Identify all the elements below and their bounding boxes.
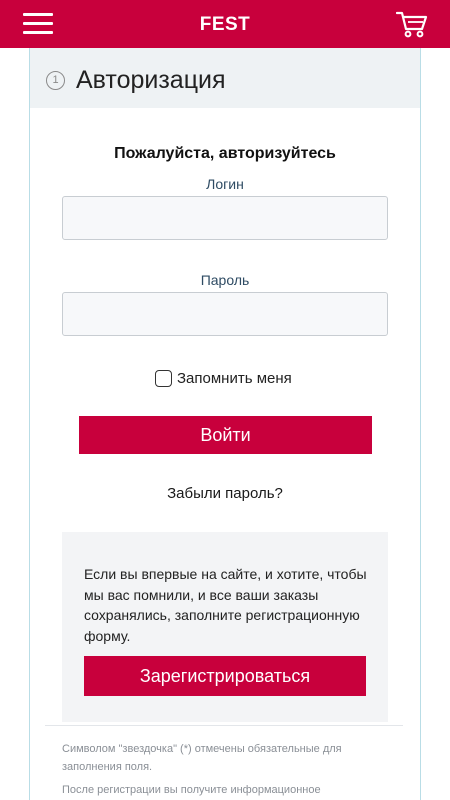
forgot-password-link[interactable]: Забыли пароль? <box>0 485 450 502</box>
login-input[interactable] <box>62 196 388 240</box>
divider <box>45 725 403 726</box>
shopping-cart-icon[interactable] <box>395 11 428 39</box>
password-label: Пароль <box>200 272 250 288</box>
registration-text: Если вы впервые на сайте, и хотите, чтоб… <box>84 566 367 644</box>
app-title: FEST <box>199 14 251 35</box>
registration-panel: Если вы впервые на сайте, и хотите, чтоб… <box>62 532 388 722</box>
register-button[interactable]: Зарегистрироваться <box>84 656 366 696</box>
top-bar: FEST <box>0 0 450 48</box>
required-fields-note: Символом "звездочка" (*) отмечены обязат… <box>62 743 342 773</box>
remember-me-checkbox[interactable] <box>155 369 172 387</box>
card-header: 1 Авторизация <box>30 48 420 108</box>
cart-glyph <box>395 11 428 38</box>
step-number-badge: 1 <box>46 71 65 90</box>
login-label: Логин <box>206 176 244 192</box>
page-title: Авторизация <box>76 66 226 94</box>
remember-me-toggle[interactable]: Запомнить меня <box>155 367 292 389</box>
after-registration-note: После регистрации вы получите информацио… <box>62 784 321 796</box>
login-button[interactable]: Войти <box>79 416 372 454</box>
form-subtitle: Пожалуйста, авторизуйтесь <box>114 145 336 162</box>
remember-me-label: Запомнить меня <box>177 369 292 387</box>
password-input[interactable] <box>62 292 388 336</box>
